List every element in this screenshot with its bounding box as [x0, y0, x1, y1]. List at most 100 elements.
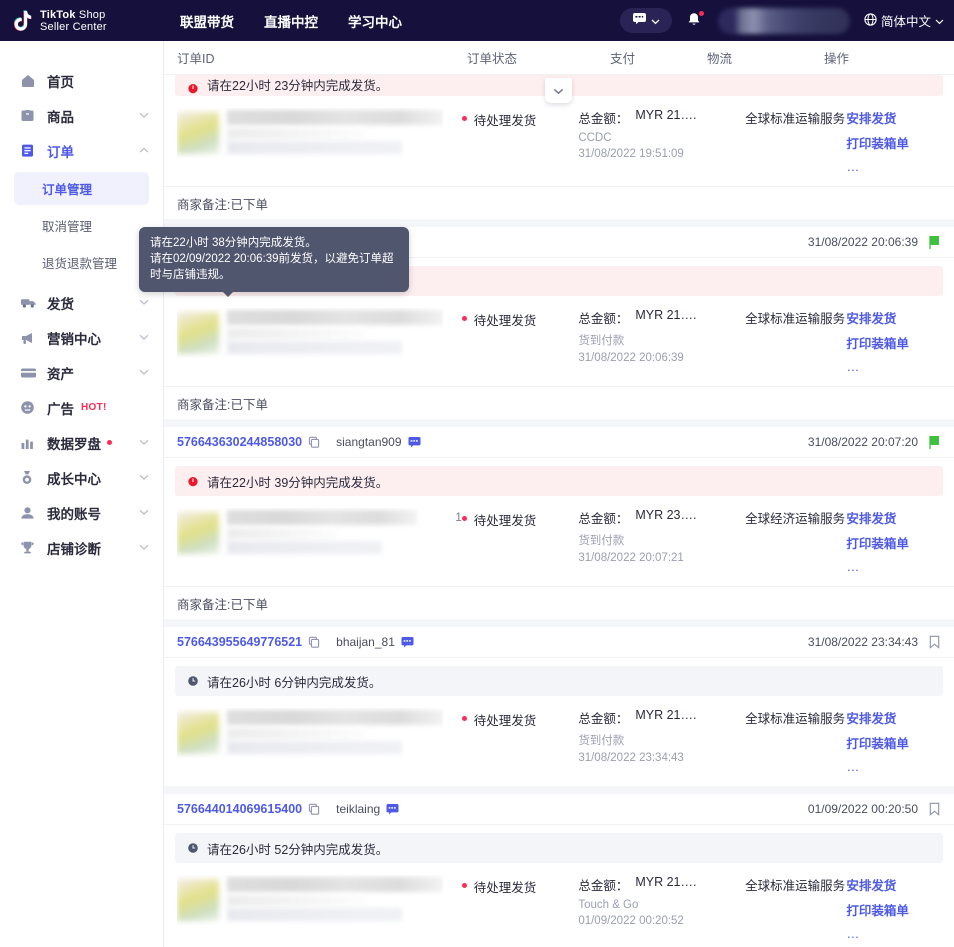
sidebar-item-label: 订单 [47, 144, 74, 160]
chat-bubble-icon[interactable] [386, 803, 399, 815]
payment-cell: 总金额： MYR 21…. CCDC 31/08/2022 19:51:09 [578, 108, 745, 176]
top-nav-item-academy[interactable]: 学习中心 [348, 11, 402, 31]
copy-icon[interactable] [308, 636, 320, 648]
order-product-row: 1 待处理发货 总金额： MYR 23…. 货到付款 31/08/2022 20… [164, 496, 954, 586]
flag-green-icon[interactable] [929, 235, 940, 250]
order-status-text: 待处理发货 [473, 314, 537, 328]
merchant-note: 商家备注: 已下单 [164, 386, 954, 419]
chevron-down-icon [139, 368, 149, 378]
arrange-shipment-button[interactable]: 安排发货 [846, 508, 940, 527]
copy-icon[interactable] [308, 436, 320, 448]
product-cell[interactable]: Seller SKU: 10030021F9535024*3 [177, 875, 443, 943]
more-actions-button[interactable]: … [846, 926, 860, 941]
orders-table-header: 订单ID 订单状态 支付 物流 操作 [164, 41, 954, 75]
order-id-link[interactable]: 576643630244858030 [177, 435, 302, 449]
order-status-text: 待处理发货 [473, 881, 537, 895]
order-header: 576643955649776521 bhaijan_81 31/08/2022… [164, 627, 954, 658]
sidebar-item-growth-center[interactable]: 成长中心 [0, 460, 163, 495]
sidebar-item-shipping[interactable]: 发货 [0, 285, 163, 320]
print-packing-slip-button[interactable]: 打印装箱单 [846, 133, 940, 152]
collapse-toggle-button[interactable] [545, 78, 572, 103]
print-packing-slip-button[interactable]: 打印装箱单 [846, 333, 940, 352]
order-status-cell: 待处理发货 [461, 108, 579, 176]
sidebar-item-home[interactable]: 首页 [0, 63, 163, 98]
tooltip-line-1: 请在22小时 38分钟内完成发货。 [150, 237, 317, 249]
product-thumbnail-redacted [177, 308, 443, 358]
order-id-link[interactable]: 576643955649776521 [177, 635, 302, 649]
order-status-cell: 待处理发货 [461, 708, 579, 776]
sidebar-item-assets[interactable]: 资产 [0, 355, 163, 390]
logistics-cell: 全球标准运输服务 [745, 712, 846, 726]
total-amount-label: 总金额： [578, 112, 629, 126]
total-amount-value: MYR 23…. [635, 508, 697, 522]
account-name-redacted[interactable] [717, 7, 850, 34]
order-product-row: 待处理发货 总金额： MYR 21…. 货到付款 31/08/2022 20:0… [164, 296, 954, 386]
order-status-text: 待处理发货 [473, 714, 537, 728]
chart-icon [20, 436, 37, 450]
print-packing-slip-button[interactable]: 打印装箱单 [846, 733, 940, 752]
sidebar-subitem-cancel-management[interactable]: 取消管理 [14, 209, 149, 242]
brand-line1: TikTok [40, 8, 76, 21]
sidebar: 首页 商品 订单 订单管理 取消管理 退货退款管理 发货 营销中心 资产 广告 … [0, 41, 164, 947]
sidebar-item-orders[interactable]: 订单 [0, 133, 163, 168]
order-deadline-text: 请在22小时 39分钟内完成发货。 [207, 475, 389, 490]
product-cell[interactable] [177, 308, 443, 376]
order-card: 576644014069615400 teiklaing 01/09/2022 … [164, 794, 954, 947]
order-card: 576643630244858030 siangtan909 31/08/202… [164, 427, 954, 619]
sidebar-item-my-account[interactable]: 我的账号 [0, 495, 163, 530]
flag-outline-icon[interactable] [929, 635, 940, 650]
megaphone-icon [20, 331, 37, 345]
logistics-cell: 全球标准运输服务 [745, 312, 846, 326]
notifications-button[interactable] [686, 10, 704, 31]
sidebar-item-data-compass[interactable]: 数据罗盘 [0, 425, 163, 460]
action-cell: 安排发货 打印装箱单 … [846, 508, 940, 576]
more-actions-button[interactable]: … [846, 559, 860, 574]
top-nav-item-live[interactable]: 直播中控 [264, 11, 318, 31]
action-cell: 安排发货 打印装箱单 … [846, 875, 940, 943]
order-status-text: 待处理发货 [473, 114, 537, 128]
sidebar-item-label: 资产 [47, 366, 74, 382]
merchant-note-value: 已下单 [230, 397, 268, 412]
product-cell[interactable] [177, 108, 443, 176]
print-packing-slip-button[interactable]: 打印装箱单 [846, 533, 940, 552]
product-cell[interactable] [177, 508, 443, 576]
chat-bubble-icon[interactable] [408, 436, 421, 448]
flag-green-icon[interactable] [929, 435, 940, 450]
order-status-text: 待处理发货 [473, 514, 537, 528]
brand-logo[interactable]: TikTok Shop Seller Center [0, 9, 155, 33]
order-id-link[interactable]: 576644014069615400 [177, 802, 302, 816]
sidebar-item-shop-diagnosis[interactable]: 店铺诊断 [0, 530, 163, 565]
arrange-shipment-button[interactable]: 安排发货 [846, 875, 940, 894]
more-actions-button[interactable]: … [846, 159, 860, 174]
more-actions-button[interactable]: … [846, 359, 860, 374]
arrange-shipment-button[interactable]: 安排发货 [846, 308, 940, 327]
sidebar-item-products[interactable]: 商品 [0, 98, 163, 133]
product-cell[interactable] [177, 708, 443, 776]
logistics-cell: 全球经济运输服务 [745, 512, 846, 526]
sidebar-subitem-return-refund-management[interactable]: 退货退款管理 [14, 246, 149, 279]
sidebar-item-marketing[interactable]: 营销中心 [0, 320, 163, 355]
chevron-down-icon [935, 14, 944, 28]
shipping-deadline-tooltip: 请在22小时 38分钟内完成发货。 请在02/09/2022 20:06:39前… [139, 227, 409, 297]
order-status-cell: 待处理发货 [461, 308, 579, 376]
payment-method: CCDC [578, 132, 612, 144]
flag-outline-icon[interactable] [929, 802, 940, 817]
more-actions-button[interactable]: … [846, 759, 860, 774]
print-packing-slip-button[interactable]: 打印装箱单 [846, 900, 940, 919]
messages-button[interactable] [619, 8, 672, 33]
globe-icon [864, 12, 877, 29]
arrange-shipment-button[interactable]: 安排发货 [846, 108, 940, 127]
language-selector[interactable]: 简体中文 [864, 11, 944, 30]
payment-method: 货到付款 [578, 535, 625, 547]
sidebar-item-ads[interactable]: 广告 HOT! [0, 390, 163, 425]
chat-bubble-icon[interactable] [401, 636, 414, 648]
top-nav-item-affiliate[interactable]: 联盟带货 [180, 11, 234, 31]
order-deadline-text: 请在26小时 6分钟内完成发货。 [207, 675, 382, 690]
total-amount-value: MYR 21…. [635, 108, 697, 122]
truck-icon [20, 296, 37, 309]
sidebar-subitem-order-management[interactable]: 订单管理 [14, 172, 149, 205]
chevron-down-icon [139, 473, 149, 483]
arrange-shipment-button[interactable]: 安排发货 [846, 708, 940, 727]
action-cell: 安排发货 打印装箱单 … [846, 308, 940, 376]
copy-icon[interactable] [308, 803, 320, 815]
